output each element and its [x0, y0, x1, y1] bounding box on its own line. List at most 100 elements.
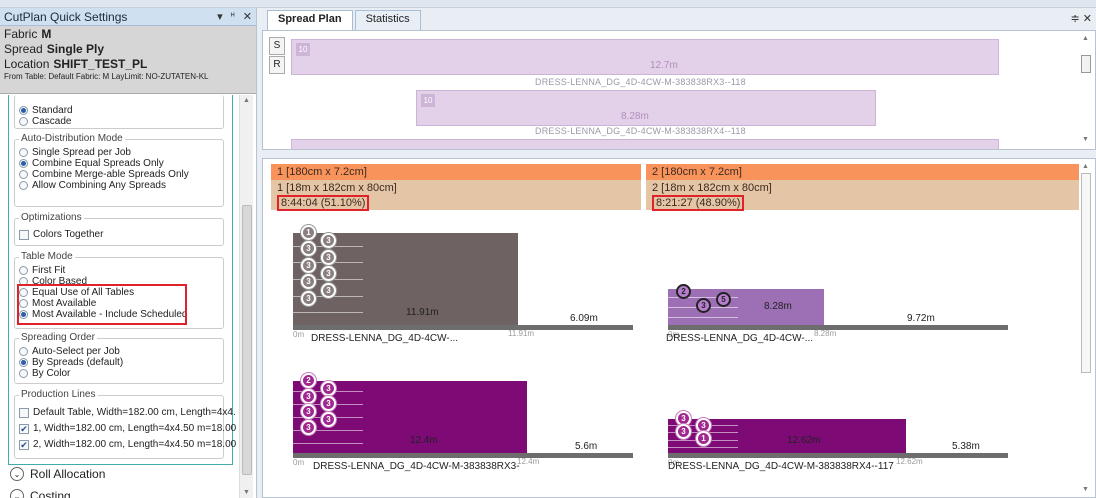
checkmark-icon[interactable]: ✔ — [19, 440, 29, 450]
checkbox-icon[interactable] — [19, 408, 29, 418]
ply-count-bubble[interactable]: 1 — [696, 430, 711, 446]
radio-first-fit[interactable]: First Fit — [19, 265, 219, 276]
checkmark-icon[interactable]: ✔ — [19, 424, 29, 434]
production-line-1[interactable]: ✔ 1, Width=182.00 cm, Length=4x4.50 m=18.… — [19, 421, 236, 437]
dropdown-icon[interactable]: ▾ — [217, 10, 223, 23]
chevron-down-icon[interactable]: ⌄ — [10, 489, 24, 498]
ply-count-bubble[interactable]: 3 — [301, 257, 316, 273]
r-button[interactable]: R — [269, 56, 285, 74]
roll-allocation-expander[interactable]: ⌄ Roll Allocation — [10, 467, 105, 481]
radio-icon[interactable] — [19, 117, 28, 126]
radio-standard[interactable]: Standard — [19, 105, 219, 116]
group-title: Auto-Distribution Mode — [19, 133, 125, 144]
radio-cascade[interactable]: Cascade — [19, 116, 219, 127]
close-icon[interactable]: ✕ — [243, 10, 252, 23]
spread-name[interactable]: DRESS-LENNA_DG_4D-4CW-... — [666, 333, 813, 344]
spread-name[interactable]: DRESS-LENNA_DG_4D-4CW-... — [311, 333, 458, 344]
option-label: Auto-Select per Job — [32, 346, 120, 357]
overview-plan-1[interactable]: 10 12.7m — [291, 39, 999, 75]
option-label: Combine Equal Spreads Only — [32, 158, 164, 169]
scroll-thumb[interactable] — [1081, 55, 1091, 73]
radio-by-spreads[interactable]: By Spreads (default) — [19, 357, 219, 368]
radio-combine-equal[interactable]: Combine Equal Spreads Only — [19, 158, 219, 169]
ply-count-bubble[interactable]: 3 — [301, 290, 316, 306]
radio-allow-any[interactable]: Allow Combining Any Spreads — [19, 180, 219, 191]
overview-plan-partial[interactable] — [291, 139, 999, 149]
overview-scrollbar[interactable]: ▲ ▼ — [1079, 33, 1093, 147]
checkbox-icon[interactable] — [19, 229, 29, 240]
ply-count-bubble[interactable]: 2 — [301, 373, 316, 388]
radio-by-color[interactable]: By Color — [19, 368, 219, 379]
scroll-thumb[interactable] — [242, 205, 252, 475]
tab-statistics[interactable]: Statistics — [354, 10, 421, 30]
radio-combine-mergeable[interactable]: Combine Merge-able Spreads Only — [19, 169, 219, 180]
ruler-end: 12.62m — [896, 457, 923, 466]
scroll-down-icon[interactable]: ▼ — [243, 489, 250, 496]
table-dimensions: 2 [18m x 182cm x 80cm] — [652, 182, 772, 194]
radio-icon[interactable] — [19, 266, 28, 275]
auto-distribution-group: Auto-Distribution Mode Single Spread per… — [14, 133, 224, 207]
ply-count-bubble[interactable]: 3 — [696, 297, 711, 313]
table-ruler — [668, 325, 1008, 330]
radio-icon[interactable] — [19, 181, 28, 190]
ply-count-bubble[interactable]: 3 — [321, 380, 336, 396]
spread-name[interactable]: DRESS-LENNA_DG_4D-4CW-M-383838RX3- — [313, 461, 520, 472]
radio-icon[interactable] — [19, 106, 28, 115]
radio-icon[interactable] — [19, 369, 28, 378]
plies-badge: 10 — [296, 43, 310, 56]
cascade-group: Standard Cascade — [14, 95, 224, 129]
scroll-up-icon[interactable]: ▲ — [243, 97, 250, 104]
group-title: Optimizations — [19, 212, 84, 223]
chevron-down-icon[interactable]: ⌄ — [10, 467, 24, 481]
location-value: SHIFT_TEST_PL — [53, 57, 148, 71]
ply-count-bubble[interactable]: 3 — [321, 266, 336, 282]
ruler-start: 0m — [293, 330, 305, 339]
radio-icon[interactable] — [19, 159, 28, 168]
expander-label: Roll Allocation — [30, 467, 106, 481]
option-label: Allow Combining Any Spreads — [32, 180, 166, 191]
table-1-subheader: 1 [18m x 182cm x 80cm] 8:44:04 (51.10%) — [271, 180, 641, 211]
panel-title-bar: CutPlan Quick Settings ▾ ᵸ ✕ — [0, 8, 256, 26]
production-line-2[interactable]: ✔ 2, Width=182.00 cm, Length=4x4.50 m=18.… — [19, 437, 236, 453]
tab-menu-icon[interactable]: ≑ ✕ — [1071, 12, 1093, 25]
ply-count-bubble[interactable]: 3 — [321, 282, 336, 298]
spread-name[interactable]: DRESS-LENNA_DG_4D-4CW-M-383838RX4--117 — [668, 461, 894, 472]
radio-icon[interactable] — [19, 358, 28, 367]
remaining-length: 9.72m — [907, 313, 935, 324]
quick-settings-panel: CutPlan Quick Settings ▾ ᵸ ✕ Fabric M Spr… — [0, 8, 257, 498]
costing-expander[interactable]: ⌄ Costing — [10, 489, 71, 498]
ply-count-bubble[interactable]: 2 — [676, 283, 691, 299]
radio-icon[interactable] — [19, 347, 28, 356]
scroll-thumb[interactable] — [1081, 173, 1091, 373]
radio-icon[interactable] — [19, 148, 28, 157]
ply-count-bubble[interactable]: 5 — [716, 292, 731, 308]
radio-auto-select[interactable]: Auto-Select per Job — [19, 346, 219, 357]
option-label: 2, Width=182.00 cm, Length=4x4.50 m=18.0… — [33, 439, 237, 450]
spread-value: Single Ply — [46, 42, 105, 56]
ply-count-bubble[interactable]: 3 — [676, 424, 691, 440]
scroll-up-icon[interactable]: ▲ — [1082, 163, 1089, 170]
window-top-strip — [0, 0, 1096, 8]
ply-count-bubble[interactable]: 3 — [301, 388, 316, 404]
plan-length: 8.28m — [621, 111, 649, 122]
ply-count-bubble[interactable]: 3 — [321, 249, 336, 265]
s-button[interactable]: S — [269, 37, 285, 55]
fabric-value: M — [41, 27, 52, 41]
quick-settings-info: Fabric M Spread Single Ply Location SHIFT_T… — [0, 26, 256, 94]
pin-icon[interactable]: ᵸ — [231, 10, 235, 23]
ply-count-bubble[interactable]: 1 — [301, 225, 316, 240]
radio-single-spread[interactable]: Single Spread per Job — [19, 147, 219, 158]
overview-plan-2[interactable]: 10 8.28m — [416, 90, 876, 126]
tables-scrollbar[interactable]: ▲ ▼ — [1079, 161, 1093, 495]
tab-spread-plan[interactable]: Spread Plan — [267, 10, 353, 30]
checkbox-colors-together[interactable]: Colors Together — [19, 229, 219, 240]
scroll-down-icon[interactable]: ▼ — [1082, 486, 1089, 493]
ply-count-bubble[interactable]: 3 — [301, 419, 316, 435]
option-label: By Spreads (default) — [32, 357, 124, 368]
production-line-default[interactable]: Default Table, Width=182.00 cm, Length=4… — [19, 405, 236, 421]
panel-scrollbar[interactable]: ▲ ▼ — [239, 95, 253, 498]
scroll-down-icon[interactable]: ▼ — [1082, 136, 1089, 143]
radio-icon[interactable] — [19, 170, 28, 179]
ply-line — [668, 317, 738, 319]
scroll-up-icon[interactable]: ▲ — [1082, 35, 1089, 42]
